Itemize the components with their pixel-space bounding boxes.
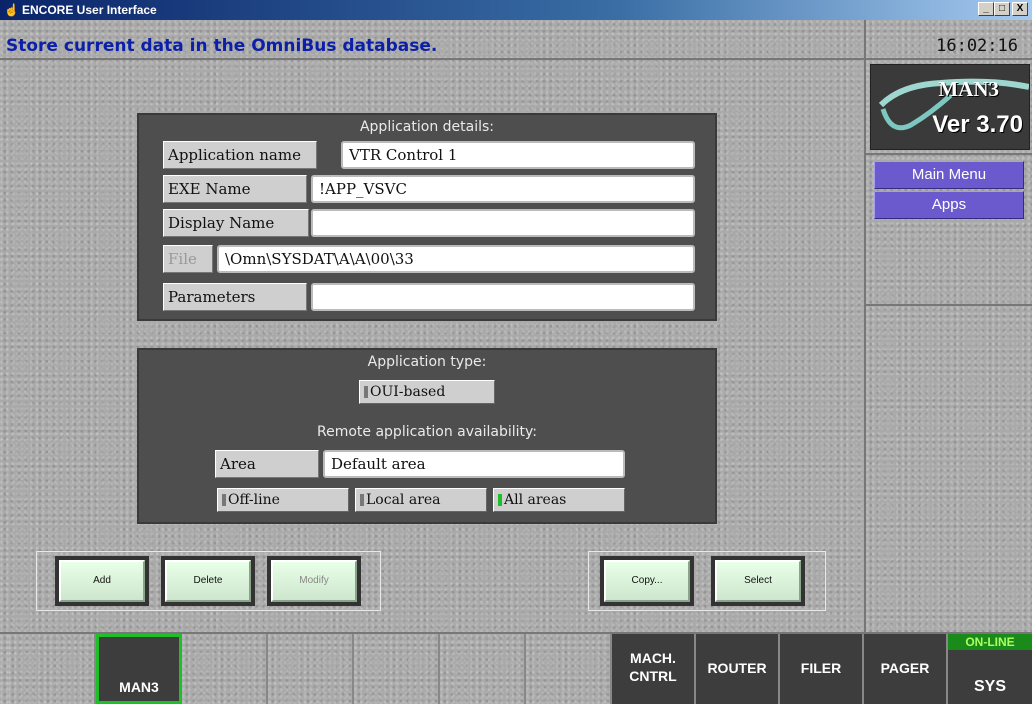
area-field[interactable]: Default area (323, 450, 625, 478)
application-details-panel: Application details: Application name VT… (137, 113, 717, 321)
tab-label: PAGER (880, 660, 930, 676)
status-message: Store current data in the OmniBus databa… (6, 36, 438, 56)
option-local-area[interactable]: Local area (355, 488, 487, 512)
file-label: File (163, 245, 213, 273)
panel-title: Application type: (367, 354, 487, 370)
tab-label: MAN3 (119, 679, 159, 695)
tab-label-line2: CNTRL (629, 668, 677, 684)
option-all-areas[interactable]: All areas (493, 488, 625, 512)
empty-tab[interactable] (354, 634, 440, 704)
clock-box: 16:02:16 (864, 20, 1032, 60)
exe-name-field[interactable]: !APP_VSVC (311, 175, 695, 203)
tab-man3[interactable]: MAN3 (96, 634, 182, 704)
clock: 16:02:16 (936, 36, 1018, 56)
tab-label: FILER (800, 660, 842, 676)
select-button-label: Select (715, 560, 801, 602)
type-indicator (364, 386, 368, 398)
minimize-button[interactable]: _ (978, 2, 994, 16)
modify-button-label: Modify (271, 560, 357, 602)
apps-button[interactable]: Apps (874, 191, 1024, 219)
remote-availability-title: Remote application availability: (317, 424, 537, 440)
add-button[interactable]: Add (55, 556, 149, 606)
empty-tab[interactable] (8, 634, 96, 704)
empty-tab[interactable] (526, 634, 612, 704)
logo-version: Ver 3.70 (932, 111, 1023, 138)
hand-pointer-icon: ☝ (4, 3, 19, 17)
window-title: ENCORE User Interface (22, 3, 157, 17)
right-panel: MAN3 Ver 3.70 Main Menu Apps (864, 60, 1032, 632)
select-button[interactable]: Select (711, 556, 805, 606)
empty-tab[interactable] (440, 634, 526, 704)
copy-button-label: Copy... (604, 560, 690, 602)
application-name-label: Application name (163, 141, 317, 169)
divider (866, 304, 1032, 306)
tab-sys[interactable]: ON-LINE SYS (948, 634, 1032, 704)
empty-tab[interactable] (182, 634, 268, 704)
window-controls: _ □ X (978, 2, 1028, 16)
add-button-label: Add (59, 560, 145, 602)
option-label: All areas (504, 492, 567, 508)
radio-indicator-selected (498, 494, 502, 506)
maximize-button[interactable]: □ (994, 2, 1010, 16)
parameters-field[interactable] (311, 283, 695, 311)
file-field[interactable]: \Omn\SYSDAT\A\A\00\33 (217, 245, 695, 273)
close-button[interactable]: X (1012, 2, 1028, 16)
tab-mach-cntrl[interactable]: MACH. CNTRL (612, 634, 696, 704)
copy-button[interactable]: Copy... (600, 556, 694, 606)
empty-tab[interactable] (268, 634, 354, 704)
status-bar: Store current data in the OmniBus databa… (0, 20, 864, 60)
online-status-badge: ON-LINE (948, 634, 1032, 650)
tab-label-line1: MACH. (630, 650, 676, 666)
tab-label: SYS (973, 678, 1006, 695)
option-label: Local area (366, 492, 441, 508)
tab-label: ROUTER (707, 660, 767, 676)
delete-button[interactable]: Delete (161, 556, 255, 606)
delete-button-label: Delete (165, 560, 251, 602)
application-type-value: OUI-based (370, 384, 446, 400)
area-label: Area (215, 450, 319, 478)
logo-app-name: MAN3 (938, 77, 999, 101)
application-type-selector[interactable]: OUI-based (359, 380, 495, 404)
display-name-field[interactable] (311, 209, 695, 237)
panel-title: Application details: (359, 119, 495, 135)
application-name-field[interactable]: VTR Control 1 (341, 141, 695, 169)
radio-indicator (360, 494, 364, 506)
exe-name-label: EXE Name (163, 175, 307, 203)
modify-button[interactable]: Modify (267, 556, 361, 606)
display-name-label: Display Name (163, 209, 309, 237)
application-type-panel: Application type: OUI-based Remote appli… (137, 348, 717, 524)
parameters-label: Parameters (163, 283, 307, 311)
divider (866, 153, 1032, 155)
app-logo: MAN3 Ver 3.70 (870, 64, 1030, 150)
option-off-line[interactable]: Off-line (217, 488, 349, 512)
tab-pager[interactable]: PAGER (864, 634, 948, 704)
radio-indicator (222, 494, 226, 506)
main-menu-button[interactable]: Main Menu (874, 161, 1024, 189)
tab-filer[interactable]: FILER (780, 634, 864, 704)
option-label: Off-line (228, 492, 280, 508)
window-title-bar: ☝ ENCORE User Interface _ □ X (0, 0, 1032, 20)
tab-router[interactable]: ROUTER (696, 634, 780, 704)
